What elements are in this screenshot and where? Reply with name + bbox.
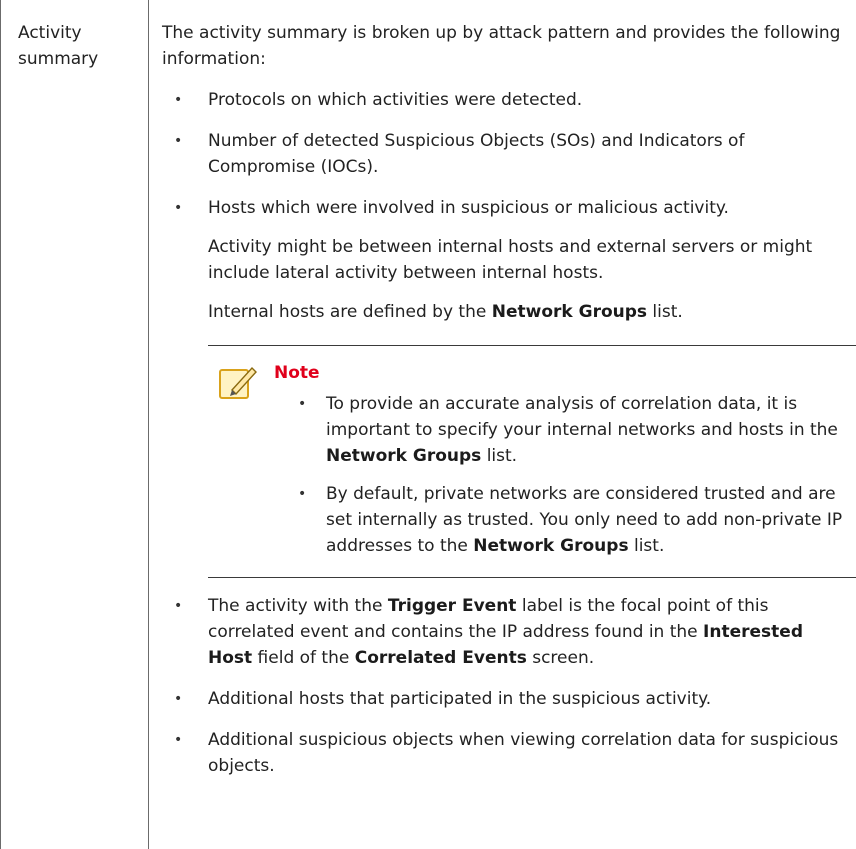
text-run: list. [481, 446, 518, 466]
note-list: • To provide an accurate analysis of cor… [298, 391, 856, 559]
bullet-glyph: • [174, 691, 183, 707]
bullet-glyph: • [174, 200, 183, 216]
list-item-hosts: • Hosts which were involved in suspiciou… [162, 195, 846, 325]
list-item-text: Additional hosts that participated in th… [208, 689, 712, 709]
intro-text: The activity summary is broken up by att… [162, 23, 841, 69]
note-item: • To provide an accurate analysis of cor… [298, 391, 856, 469]
bullet-glyph: • [298, 396, 307, 412]
text-run: To provide an accurate analysis of corre… [326, 394, 838, 440]
description-cell: The activity summary is broken up by att… [162, 20, 856, 794]
term-cell: Activity summary [18, 23, 99, 69]
table-column-divider [148, 0, 149, 849]
table-border-left [0, 0, 1, 849]
info-list: • Protocols on which activities were det… [162, 87, 846, 325]
list-item-counts: • Number of detected Suspicious Objects … [162, 128, 846, 180]
list-item-protocols: • Protocols on which activities were det… [162, 87, 846, 113]
note-title: Note [274, 363, 320, 383]
bullet-glyph: • [174, 92, 183, 108]
list-item-additional-hosts: • Additional hosts that participated in … [162, 686, 846, 712]
bullet-glyph: • [174, 732, 183, 748]
note-pencil-icon [219, 366, 257, 399]
network-groups-paragraph: Internal hosts are defined by the Networ… [208, 299, 846, 325]
list-item-text: Additional suspicious objects when viewi… [208, 730, 839, 776]
bullet-glyph: • [174, 133, 183, 149]
text-run: Internal hosts are defined by the [208, 302, 492, 322]
text-run: list. [647, 302, 683, 322]
list-item-additional-objects: • Additional suspicious objects when vie… [162, 727, 846, 779]
list-item-text: Number of detected Suspicious Objects (S… [208, 131, 745, 177]
note-item: • By default, private networks are consi… [298, 481, 856, 559]
ui-term-network-groups: Network Groups [473, 536, 629, 556]
note-box: Note • To provide an accurate analysis o… [208, 345, 856, 578]
list-item-text: Hosts which were involved in suspicious … [208, 198, 729, 218]
info-list-continued: • The activity with the Trigger Event la… [162, 593, 846, 779]
text-run: field of the [252, 648, 355, 668]
bullet-glyph: • [298, 486, 307, 502]
list-item-trigger: • The activity with the Trigger Event la… [162, 593, 846, 671]
ui-term-correlated-events: Correlated Events [354, 648, 527, 668]
ui-term-network-groups: Network Groups [326, 446, 482, 466]
text-run: The activity with the [208, 596, 388, 616]
hosts-subparagraph: Activity might be between internal hosts… [208, 237, 813, 283]
text-run: screen. [526, 648, 595, 668]
text-run: list. [628, 536, 665, 556]
ui-term-trigger-event: Trigger Event [387, 596, 517, 616]
bullet-glyph: • [174, 598, 183, 614]
ui-term-network-groups: Network Groups [491, 302, 648, 322]
list-item-text: Protocols on which activities were detec… [208, 90, 583, 110]
